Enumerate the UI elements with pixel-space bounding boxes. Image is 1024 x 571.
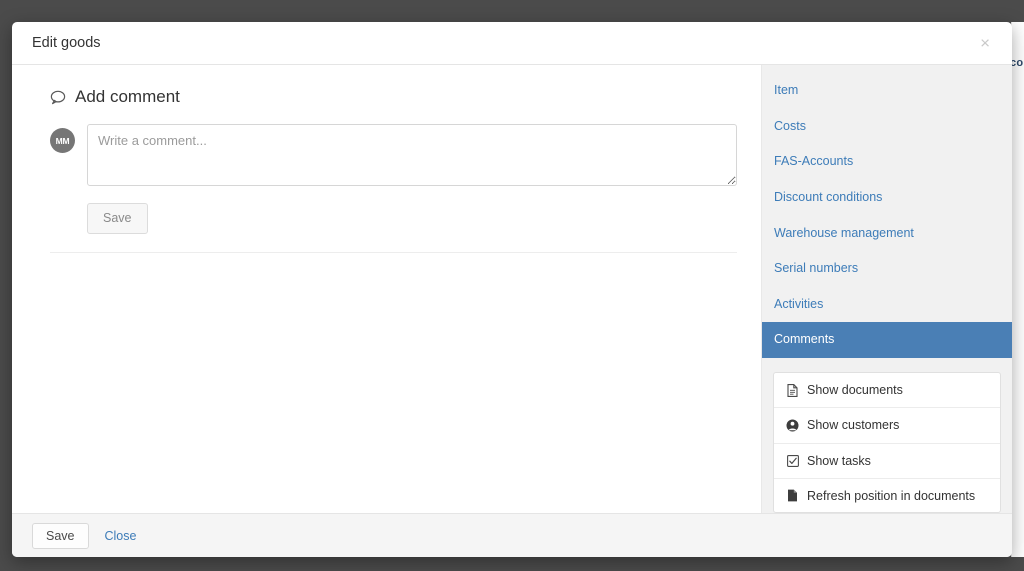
- add-comment-heading: Add comment: [50, 87, 737, 107]
- background-edge-text: co: [1010, 57, 1024, 69]
- speech-bubble-icon: [50, 90, 66, 105]
- modal-title: Edit goods: [32, 35, 101, 51]
- show-tasks-button[interactable]: Show tasks: [774, 444, 1000, 479]
- edit-goods-modal: Edit goods × Add comment MM Save: [12, 22, 1012, 557]
- comment-compose-row: MM Save: [50, 124, 737, 234]
- save-button[interactable]: Save: [32, 522, 89, 549]
- refresh-position-label: Refresh position in documents: [807, 488, 976, 503]
- close-button[interactable]: Close: [105, 529, 137, 543]
- show-customers-label: Show customers: [807, 418, 900, 433]
- sidebar-item-fas-accounts[interactable]: FAS-Accounts: [762, 144, 1012, 180]
- sidebar-item-discount-conditions[interactable]: Discount conditions: [762, 180, 1012, 216]
- sidebar-item-activities[interactable]: Activities: [762, 287, 1012, 323]
- modal-sidebar: Item Costs FAS-Accounts Discount conditi…: [762, 65, 1012, 513]
- content-divider: [50, 251, 737, 253]
- sidebar-item-serial-numbers[interactable]: Serial numbers: [762, 251, 1012, 287]
- show-documents-label: Show documents: [807, 383, 903, 397]
- show-customers-button[interactable]: Show customers: [774, 408, 1000, 444]
- sidebar-item-comments[interactable]: Comments: [762, 322, 1012, 358]
- background-page-edge: [1011, 22, 1024, 557]
- sidebar-item-costs[interactable]: Costs: [762, 109, 1012, 145]
- show-tasks-label: Show tasks: [807, 453, 871, 468]
- file-filled-icon: [786, 489, 799, 503]
- comment-input-wrapper: Save: [87, 124, 737, 234]
- modal-footer: Save Close: [12, 513, 1012, 557]
- sidebar-actions-card: Show documents Show customers Show tasks…: [773, 372, 1001, 513]
- document-outline-icon: [786, 383, 799, 397]
- close-icon[interactable]: ×: [976, 33, 994, 54]
- modal-body: Add comment MM Save Item Costs FAS-Accou…: [12, 65, 1012, 513]
- show-documents-button[interactable]: Show documents: [774, 373, 1000, 409]
- comments-panel: Add comment MM Save: [12, 65, 762, 513]
- modal-header: Edit goods ×: [12, 22, 1012, 65]
- add-comment-label: Add comment: [75, 87, 180, 106]
- comment-input[interactable]: [87, 124, 737, 186]
- checkbox-checked-icon: [786, 454, 799, 468]
- refresh-position-button[interactable]: Refresh position in documents: [774, 479, 1000, 512]
- avatar: MM: [50, 128, 75, 153]
- user-circle-icon: [786, 418, 799, 432]
- save-comment-button[interactable]: Save: [87, 203, 148, 234]
- sidebar-item-item[interactable]: Item: [762, 73, 1012, 109]
- sidebar-nav: Item Costs FAS-Accounts Discount conditi…: [762, 73, 1012, 358]
- sidebar-item-warehouse-management[interactable]: Warehouse management: [762, 216, 1012, 252]
